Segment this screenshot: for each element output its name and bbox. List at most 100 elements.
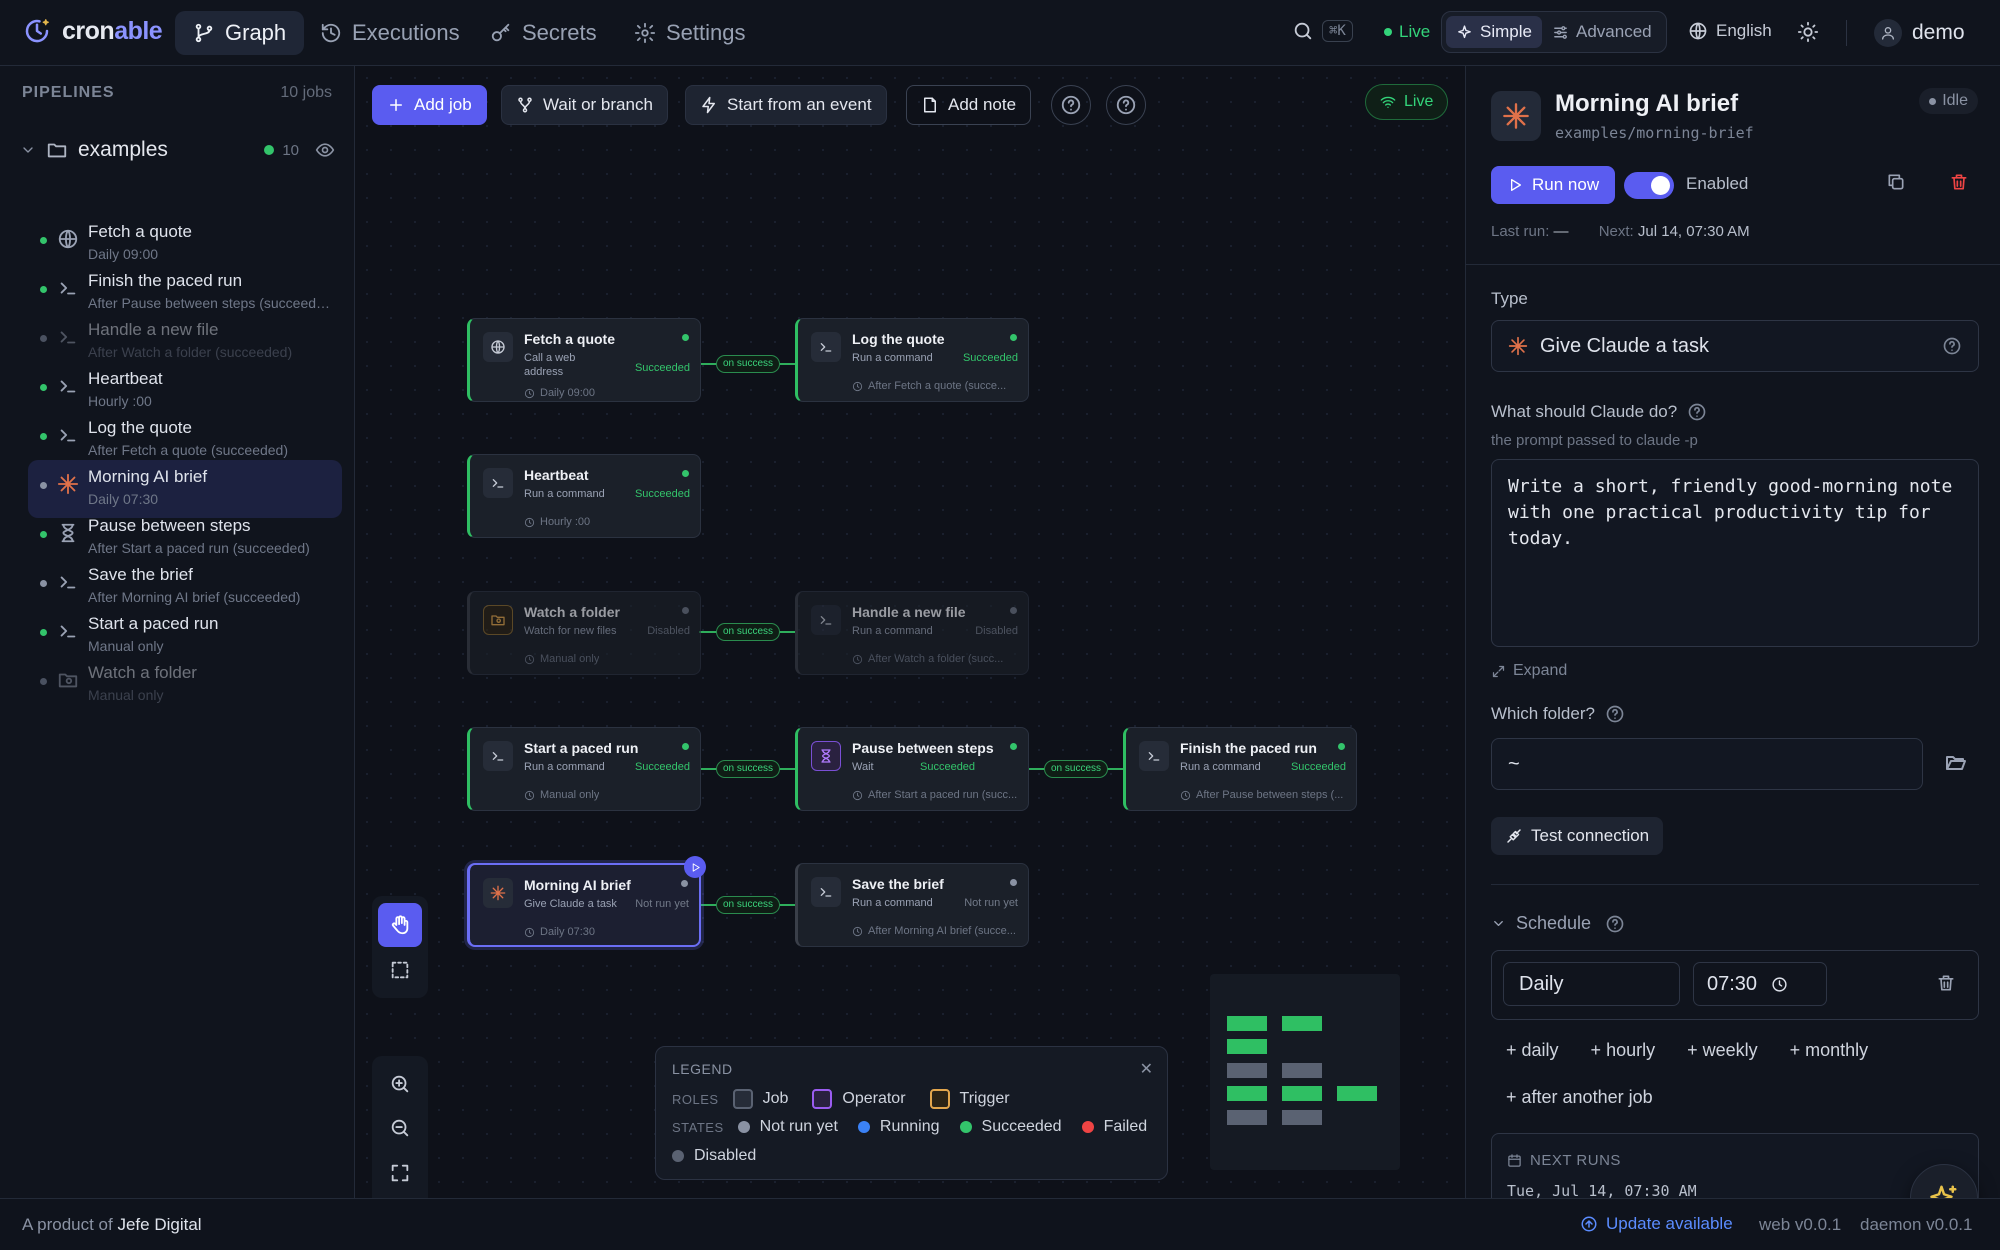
pipeline-item[interactable]: Watch a folder Manual only (28, 656, 342, 714)
state-dot (40, 580, 47, 587)
next-runs-box: NEXT RUNS Tue, Jul 14, 07:30 AM (1491, 1133, 1979, 1198)
terminal-icon (56, 325, 80, 349)
node-handle-a-new-file[interactable]: Handle a new file Run a command Disabled… (795, 591, 1029, 675)
avatar (1874, 19, 1902, 47)
folder-input[interactable]: ~ (1491, 738, 1923, 790)
zoom-out-icon (389, 1117, 411, 1139)
question-icon[interactable] (1942, 336, 1962, 356)
terminal-icon (811, 332, 841, 362)
folder-examples[interactable]: examples 10 (20, 132, 335, 168)
update-available-link[interactable]: Update available (1580, 1214, 1733, 1234)
minimap[interactable] (1210, 974, 1400, 1170)
globe-icon (483, 332, 513, 362)
minimap-node (1227, 1110, 1267, 1125)
zoom-out-button[interactable] (378, 1106, 422, 1150)
time-value: 07:30 (1707, 972, 1758, 995)
duplicate-button[interactable] (1886, 172, 1906, 192)
node-morning-ai-brief[interactable]: Morning AI brief Give Claude a task Not … (467, 863, 701, 947)
state-dot (40, 384, 47, 391)
node-finish-the-paced-run[interactable]: Finish the paced run Run a command Succe… (1123, 727, 1357, 811)
zoom-in-button[interactable] (378, 1062, 422, 1106)
node-fetch-a-quote[interactable]: Fetch a quote Call a web address Succeed… (467, 318, 701, 402)
node-subtitle: Run a command (852, 352, 933, 364)
pan-tool-button[interactable] (378, 903, 422, 947)
folder-label-row: Which folder? (1491, 704, 1625, 724)
terminal-icon (56, 423, 80, 447)
frequency-select[interactable]: Daily (1503, 962, 1680, 1006)
fit-view-button[interactable] (378, 1151, 422, 1195)
node-heartbeat[interactable]: Heartbeat Run a command Succeeded Hourly… (467, 454, 701, 538)
node-log-the-quote[interactable]: Log the quote Run a command Succeeded Af… (795, 318, 1029, 402)
eye-icon[interactable] (315, 140, 335, 160)
close-icon[interactable]: ✕ (1140, 1059, 1153, 1079)
next-runs-header: NEXT RUNS (1507, 1152, 1621, 1169)
remove-schedule-button[interactable] (1936, 973, 1956, 993)
type-select[interactable]: Give Claude a task (1491, 320, 1979, 372)
globe-icon (56, 227, 80, 251)
node-pause-between-steps[interactable]: Pause between steps Wait Succeeded After… (795, 727, 1029, 811)
state-dot (40, 629, 47, 636)
node-save-the-brief[interactable]: Save the brief Run a command Not run yet… (795, 863, 1029, 947)
chevron-down-icon (20, 142, 36, 158)
clock-icon (524, 790, 535, 801)
terminal-icon (56, 570, 80, 594)
node-watch-a-folder[interactable]: Watch a folder Watch for new files Disab… (467, 591, 701, 675)
clock-icon (1180, 790, 1191, 801)
folder-value: ~ (1508, 752, 1520, 775)
browse-folder-button[interactable] (1944, 750, 1968, 774)
expand-button[interactable]: Expand (1491, 662, 1567, 680)
user-menu[interactable]: demo (1874, 19, 1965, 47)
type-value: Give Claude a task (1540, 334, 1709, 357)
test-connection-label: Test connection (1531, 826, 1650, 845)
type-label: Type (1491, 289, 1528, 308)
terminal-icon (56, 276, 80, 300)
time-input[interactable]: 07:30 (1693, 962, 1827, 1006)
run-now-button[interactable]: Run now (1491, 166, 1616, 204)
company-link[interactable]: Jefe Digital (117, 1215, 201, 1234)
folder-icon (46, 139, 68, 161)
job-detail-panel: Morning AI brief examples/morning-brief … (1465, 66, 2000, 1198)
add-hourly-button[interactable]: + hourly (1591, 1040, 1656, 1061)
legend-role: Trigger (959, 1090, 1010, 1107)
mode-advanced-button[interactable]: Advanced (1542, 16, 1662, 48)
theme-toggle-button[interactable] (1797, 21, 1819, 43)
mode-simple-button[interactable]: Simple (1446, 16, 1542, 48)
search-button[interactable]: ⌘K (1292, 20, 1353, 42)
question-icon[interactable] (1605, 914, 1625, 934)
enabled-toggle[interactable] (1624, 172, 1674, 199)
add-monthly-button[interactable]: + monthly (1790, 1040, 1869, 1061)
tab-settings[interactable]: Settings (616, 11, 764, 55)
app-logo[interactable]: cronable (22, 16, 163, 46)
add-weekly-button[interactable]: + weekly (1687, 1040, 1758, 1061)
pipeline-title: Watch a folder (88, 663, 197, 682)
graph-canvas[interactable]: Add job Wait or branch Start from an eve… (355, 66, 1465, 1244)
delete-job-button[interactable] (1949, 172, 1969, 192)
select-tool-button[interactable] (378, 948, 422, 992)
pipeline-title: Fetch a quote (88, 222, 192, 241)
test-connection-button[interactable]: Test connection (1491, 817, 1664, 855)
terminal-icon (56, 374, 80, 398)
node-title: Heartbeat (524, 467, 589, 483)
edge-label-on-success: on success (1044, 760, 1109, 778)
language-selector[interactable]: English (1688, 21, 1772, 41)
schedule-section-header[interactable]: Schedule (1491, 913, 1625, 934)
run-node-button[interactable] (684, 856, 706, 878)
tab-graph[interactable]: Graph (175, 11, 305, 55)
question-icon[interactable] (1687, 402, 1707, 422)
job-path: examples/morning-brief (1555, 124, 1754, 142)
node-schedule: After Start a paced run (succ... (852, 789, 1017, 801)
add-after-job-button[interactable]: + after another job (1506, 1087, 1653, 1108)
prompt-label-row: What should Claude do? (1491, 402, 1707, 422)
add-daily-button[interactable]: + daily (1506, 1040, 1559, 1061)
folder-name: examples (78, 138, 168, 161)
tab-secrets[interactable]: Secrets (472, 11, 615, 55)
question-icon[interactable] (1605, 704, 1625, 724)
legend-states-row2: Disabled (672, 1147, 756, 1165)
legend-panel: LEGEND ✕ ROLES Job Operator Trigger STAT… (655, 1046, 1168, 1180)
tab-executions[interactable]: Executions (302, 11, 478, 55)
node-schedule: Manual only (524, 653, 599, 665)
trash-icon (1949, 172, 1969, 192)
node-start-a-paced-run[interactable]: Start a paced run Run a command Succeede… (467, 727, 701, 811)
folder-watch-icon (483, 605, 513, 635)
prompt-textarea[interactable]: Write a short, friendly good-morning not… (1491, 459, 1979, 647)
